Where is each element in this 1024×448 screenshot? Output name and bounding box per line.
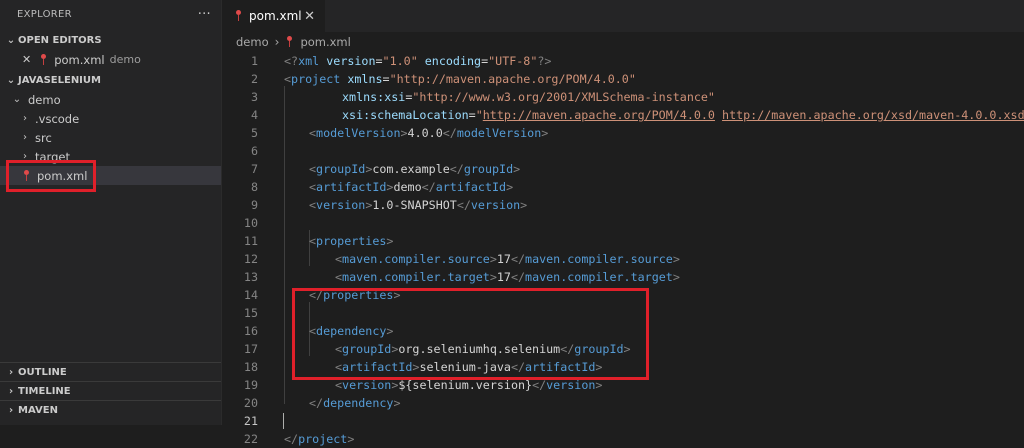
timeline-section[interactable]: › TIMELINE xyxy=(0,381,221,400)
breadcrumb: demo › pom.xml xyxy=(236,32,351,52)
sidebar-bottom-sections: › OUTLINE › TIMELINE › MAVEN xyxy=(0,362,221,419)
code-line: <groupId>com.example</groupId> xyxy=(222,160,1024,178)
chevron-down-icon: ⌄ xyxy=(6,74,16,86)
tree-item-label: .vscode xyxy=(35,111,80,126)
timeline-label: TIMELINE xyxy=(18,385,71,397)
close-icon[interactable]: ✕ xyxy=(304,9,315,24)
code-text: xsi:schemaLocation="http://maven.apache.… xyxy=(342,108,1024,122)
tree-item-label: demo xyxy=(28,92,61,107)
explorer-header: EXPLORER ··· xyxy=(0,0,221,28)
annotation-box-dependency xyxy=(292,288,649,380)
maven-label: MAVEN xyxy=(18,404,58,416)
code-line: <maven.compiler.target>17</maven.compile… xyxy=(222,268,1024,286)
open-editors-label: OPEN EDITORS xyxy=(18,34,102,46)
chevron-right-icon: › xyxy=(274,35,280,49)
code-line: xmlns:xsi="http://www.w3.org/2001/XMLSch… xyxy=(222,88,1024,106)
code-text: <?xml version="1.0" encoding="UTF-8"?> xyxy=(284,54,552,68)
tree-item-vscode[interactable]: › .vscode xyxy=(0,109,221,128)
code-line: <?xml version="1.0" encoding="UTF-8"?> xyxy=(222,52,1024,70)
open-editors-section[interactable]: ⌄ OPEN EDITORS xyxy=(0,30,221,50)
breadcrumb-file[interactable]: pom.xml xyxy=(300,35,350,49)
code-line: <maven.compiler.source>17</maven.compile… xyxy=(222,250,1024,268)
outline-label: OUTLINE xyxy=(18,366,67,378)
chevron-right-icon: › xyxy=(8,385,14,397)
line-number-label: 10 xyxy=(243,216,258,230)
text-cursor xyxy=(283,413,284,429)
schema-link[interactable]: http://maven.apache.org/POM/4.0.0 xyxy=(483,108,715,122)
line-number-label: 6 xyxy=(250,144,258,158)
chevron-right-icon: › xyxy=(8,366,14,378)
code-editor[interactable]: 22 21 20 19 18 17 16 15 14 13 12 11 10 9 8 7 6 5 4 3 2 1 <?xm… xyxy=(222,52,1024,446)
code-line: <project xmlns="http://maven.apache.org/… xyxy=(222,70,1024,88)
code-line: <version>1.0-SNAPSHOT</version> xyxy=(222,196,1024,214)
outline-section[interactable]: › OUTLINE xyxy=(0,362,221,381)
chevron-right-icon: › xyxy=(23,132,27,143)
code-text: <maven.compiler.source>17</maven.compile… xyxy=(335,252,680,266)
open-editor-filename: pom.xml xyxy=(54,52,105,67)
code-text: xmlns:xsi="http://www.w3.org/2001/XMLSch… xyxy=(342,90,715,104)
code-text: <maven.compiler.target>17</maven.compile… xyxy=(335,270,680,284)
more-actions-icon[interactable]: ··· xyxy=(198,7,211,22)
line-number: 6 xyxy=(222,142,1024,160)
line-number-label: 21 xyxy=(243,414,258,428)
code-text: <groupId>com.example</groupId> xyxy=(309,162,521,176)
chevron-right-icon: › xyxy=(23,113,27,124)
code-text: <project xmlns="http://maven.apache.org/… xyxy=(284,72,636,86)
chevron-down-icon: ⌄ xyxy=(6,34,16,46)
maven-section[interactable]: › MAVEN xyxy=(0,400,221,419)
chevron-right-icon: › xyxy=(8,404,14,416)
breadcrumb-folder[interactable]: demo xyxy=(236,35,269,49)
code-text: </project> xyxy=(284,432,355,446)
xml-file-icon xyxy=(39,53,48,66)
code-line: </dependency> xyxy=(222,394,1024,412)
code-line: <artifactId>demo</artifactId> xyxy=(222,178,1024,196)
code-line: <modelVersion>4.0.0</modelVersion> xyxy=(222,124,1024,142)
code-text: <properties> xyxy=(309,234,394,248)
tree-item-label: src xyxy=(35,130,52,145)
xsd-link[interactable]: http://maven.apache.org/xsd/maven-4.0.0.… xyxy=(722,108,1024,122)
tab-label: pom.xml xyxy=(249,9,302,23)
code-line: </project> xyxy=(222,430,1024,448)
annotation-box-pom xyxy=(6,160,96,192)
explorer-sidebar: EXPLORER ··· ⌄ OPEN EDITORS ✕ pom.xml de… xyxy=(0,0,222,425)
code-text: <modelVersion>4.0.0</modelVersion> xyxy=(309,126,549,140)
code-line: xsi:schemaLocation="http://maven.apache.… xyxy=(222,106,1024,124)
open-editor-folder: demo xyxy=(109,53,141,66)
open-editor-pom[interactable]: ✕ pom.xml demo xyxy=(0,50,221,69)
tree-item-demo[interactable]: ⌄ demo xyxy=(0,90,221,109)
code-text: <version>${selenium.version}</version> xyxy=(335,378,603,392)
chevron-down-icon: ⌄ xyxy=(12,94,22,105)
line-number-label: 15 xyxy=(243,306,258,320)
workspace-label: JAVASELENIUM xyxy=(18,74,101,86)
xml-file-icon xyxy=(234,10,243,22)
code-text: <artifactId>demo</artifactId> xyxy=(309,180,514,194)
line-number: 10 xyxy=(222,214,1024,232)
workspace-section[interactable]: ⌄ JAVASELENIUM xyxy=(0,70,221,90)
line-number: 21 xyxy=(222,412,1024,430)
code-line: <properties> xyxy=(222,232,1024,250)
close-icon[interactable]: ✕ xyxy=(22,53,31,66)
editor-tab-bar: pom.xml ✕ xyxy=(222,0,1024,32)
tree-item-src[interactable]: › src xyxy=(0,128,221,147)
code-text: <version>1.0-SNAPSHOT</version> xyxy=(309,198,528,212)
tab-pom-xml[interactable]: pom.xml ✕ xyxy=(222,0,325,32)
explorer-title: EXPLORER xyxy=(17,8,72,20)
xml-file-icon xyxy=(285,36,294,48)
code-text: </dependency> xyxy=(309,396,401,410)
